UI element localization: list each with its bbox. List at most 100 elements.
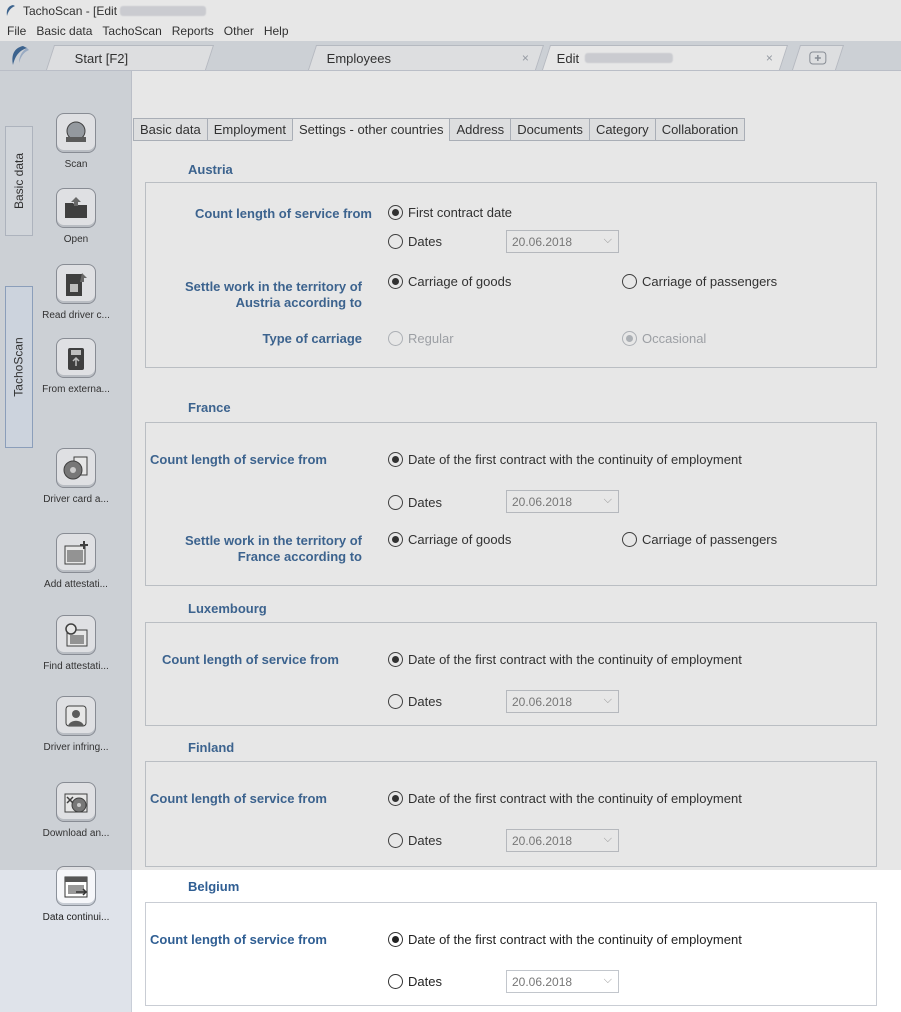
- section-title-finland: Finland: [188, 740, 235, 755]
- france-first-contract-label: Date of the first contract with the cont…: [408, 452, 742, 467]
- tab-employees-label: Employees: [326, 50, 392, 66]
- austria-count-label: Count length of service from: [195, 206, 372, 221]
- driver-icon: [56, 696, 96, 736]
- france-count-label: Count length of service from: [150, 452, 327, 467]
- chevron-down-icon[interactable]: ⌵: [604, 974, 612, 987]
- radio-unchecked-icon: [388, 331, 403, 346]
- tool-scan[interactable]: Scan: [38, 113, 132, 188]
- radio-unchecked-icon: [388, 234, 403, 249]
- radio-checked-icon: [388, 532, 403, 547]
- austria-regular-radio: Regular: [388, 331, 454, 346]
- menu-other[interactable]: Other: [219, 24, 259, 38]
- finland-first-contract-label: Date of the first contract with the cont…: [408, 791, 742, 806]
- finland-dates-radio[interactable]: Dates: [388, 833, 442, 848]
- new-tab-button[interactable]: [791, 45, 845, 70]
- luxembourg-dates-label: Dates: [408, 694, 442, 709]
- chevron-down-icon[interactable]: ⌵: [604, 833, 612, 846]
- france-settle-label: Settle work in the territory of France a…: [150, 533, 362, 565]
- finland-date-field[interactable]: 20.06.2018 ⌵: [506, 829, 619, 852]
- belgium-date-field[interactable]: 20.06.2018 ⌵: [506, 970, 619, 993]
- radio-unchecked-icon: [388, 974, 403, 989]
- chevron-down-icon[interactable]: ⌵: [604, 234, 612, 247]
- vtab-tachoscan[interactable]: TachoScan: [5, 286, 33, 448]
- austria-date-field[interactable]: 20.06.2018 ⌵: [506, 230, 619, 253]
- austria-dates-label: Dates: [408, 234, 442, 249]
- luxembourg-first-contract-radio[interactable]: Date of the first contract with the cont…: [388, 652, 742, 667]
- chevron-down-icon[interactable]: ⌵: [604, 494, 612, 507]
- tool-open[interactable]: Open: [38, 188, 132, 263]
- app-logo-icon: [6, 4, 15, 16]
- menu-basic-data[interactable]: Basic data: [31, 24, 97, 38]
- austria-first-contract-radio[interactable]: First contract date: [388, 205, 512, 220]
- app-logo-icon: [12, 46, 29, 65]
- menu-file[interactable]: File: [2, 24, 31, 38]
- tool-download-and-analyze[interactable]: Download an...: [38, 782, 132, 857]
- finland-count-label: Count length of service from: [150, 791, 327, 806]
- austria-passengers-label: Carriage of passengers: [642, 274, 778, 289]
- radio-checked-icon: [388, 452, 403, 467]
- belgium-first-contract-radio[interactable]: Date of the first contract with the cont…: [388, 932, 742, 947]
- france-goods-radio[interactable]: Carriage of goods: [388, 532, 511, 547]
- finland-date-value: 20.06.2018: [512, 833, 573, 848]
- tab-edit-label: Edit: [556, 50, 580, 66]
- radio-checked-icon: [388, 652, 403, 667]
- redacted-tab-name: [585, 53, 674, 63]
- tab-edit[interactable]: Edit ×: [541, 45, 789, 70]
- tool-download-and-analyze-label: Download an...: [42, 828, 110, 839]
- tool-add-attestation[interactable]: Add attestati...: [38, 533, 132, 608]
- tab-address[interactable]: Address: [449, 118, 511, 141]
- belgium-dates-label: Dates: [408, 974, 442, 989]
- austria-dates-radio[interactable]: Dates: [388, 234, 442, 249]
- austria-date-value: 20.06.2018: [512, 234, 573, 249]
- radio-unchecked-icon: [388, 694, 403, 709]
- austria-goods-label: Carriage of goods: [408, 274, 512, 289]
- france-dates-radio[interactable]: Dates: [388, 495, 442, 510]
- calendar-search-icon: [56, 615, 96, 655]
- tab-settings-other-countries[interactable]: Settings - other countries: [291, 118, 450, 141]
- menu-help[interactable]: Help: [259, 24, 294, 38]
- tool-from-external[interactable]: From externa...: [38, 338, 132, 413]
- scanner-icon: [56, 113, 96, 153]
- usb-icon: [56, 338, 96, 378]
- austria-goods-radio[interactable]: Carriage of goods: [388, 274, 511, 289]
- tool-data-continuity[interactable]: Data continui...: [38, 866, 132, 941]
- close-icon[interactable]: ×: [766, 51, 773, 65]
- section-title-france: France: [188, 400, 231, 415]
- tool-driver-card-analysis-label: Driver card a...: [43, 494, 109, 505]
- tool-read-driver-card[interactable]: Read driver c...: [38, 264, 132, 339]
- add-tab-icon: [809, 51, 827, 65]
- tab-collaboration[interactable]: Collaboration: [654, 118, 746, 141]
- tab-employees[interactable]: Employees ×: [307, 45, 545, 70]
- france-goods-label: Carriage of goods: [408, 532, 512, 547]
- close-icon[interactable]: ×: [522, 51, 529, 65]
- chevron-down-icon[interactable]: ⌵: [604, 694, 612, 707]
- france-first-contract-radio[interactable]: Date of the first contract with the cont…: [388, 452, 742, 467]
- vtab-basic-data[interactable]: Basic data: [5, 126, 33, 236]
- belgium-first-contract-label: Date of the first contract with the cont…: [408, 932, 742, 947]
- tab-documents[interactable]: Documents: [510, 118, 589, 141]
- tool-find-attestation-label: Find attestati...: [43, 661, 109, 672]
- france-date-field[interactable]: 20.06.2018 ⌵: [506, 490, 619, 513]
- tab-category[interactable]: Category: [588, 118, 655, 141]
- france-settle-label-line1: Settle work in the territory of: [185, 533, 362, 548]
- tab-employment[interactable]: Employment: [206, 118, 292, 141]
- luxembourg-date-field[interactable]: 20.06.2018 ⌵: [506, 690, 619, 713]
- austria-settle-label-line1: Settle work in the territory of: [185, 279, 362, 294]
- title-bar: TachoScan - [Edit: [0, 0, 901, 21]
- menu-tachoscan[interactable]: TachoScan: [97, 24, 166, 38]
- austria-passengers-radio[interactable]: Carriage of passengers: [622, 274, 777, 289]
- tool-find-attestation[interactable]: Find attestati...: [38, 615, 132, 690]
- austria-occasional-label: Occasional: [642, 331, 707, 346]
- tool-driver-infringements[interactable]: Driver infring...: [38, 696, 132, 771]
- menu-reports[interactable]: Reports: [167, 24, 219, 38]
- tab-basic-data[interactable]: Basic data: [133, 118, 207, 141]
- luxembourg-dates-radio[interactable]: Dates: [388, 694, 442, 709]
- tab-start[interactable]: Start [F2]: [45, 45, 215, 70]
- side-toolbar: Scan Open Read driver c... From externa.…: [38, 71, 132, 1012]
- finland-first-contract-radio[interactable]: Date of the first contract with the cont…: [388, 791, 742, 806]
- card-reader-icon: [56, 264, 96, 304]
- tool-driver-card-analysis[interactable]: Driver card a...: [38, 448, 132, 523]
- belgium-dates-radio[interactable]: Dates: [388, 974, 442, 989]
- france-passengers-radio[interactable]: Carriage of passengers: [622, 532, 777, 547]
- luxembourg-date-value: 20.06.2018: [512, 694, 573, 709]
